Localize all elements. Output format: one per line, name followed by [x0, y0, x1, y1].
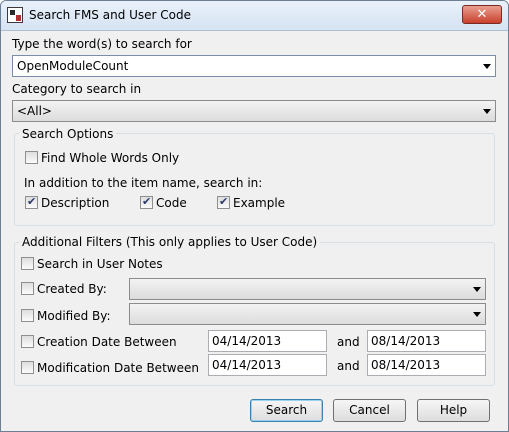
- search-label: Type the word(s) to search for: [12, 37, 192, 51]
- search-dialog: Search FMS and User Code ✕ Type the word…: [0, 0, 509, 432]
- chevron-down-icon[interactable]: [473, 312, 481, 317]
- search-options-legend: Search Options: [19, 127, 117, 141]
- creation-date-and-label: and: [337, 335, 360, 349]
- created-by-label: Created By:: [37, 282, 107, 296]
- creation-date-from-field[interactable]: [208, 330, 327, 352]
- code-checkbox[interactable]: [140, 195, 153, 209]
- help-button[interactable]: Help: [417, 399, 490, 422]
- also-search-label: In addition to the item name, search in:: [24, 176, 263, 190]
- search-button[interactable]: Search: [250, 399, 323, 422]
- example-checkbox[interactable]: [217, 195, 230, 209]
- chevron-down-icon[interactable]: [483, 109, 491, 114]
- additional-filters-legend: Additional Filters (This only applies to…: [19, 235, 321, 249]
- modified-by-label: Modified By:: [37, 309, 111, 323]
- description-label: Description: [41, 196, 110, 210]
- modification-date-to-input[interactable]: [368, 355, 485, 375]
- user-notes-checkbox[interactable]: [21, 257, 34, 270]
- created-by-select[interactable]: [129, 278, 486, 300]
- creation-date-checkbox[interactable]: [21, 335, 34, 348]
- whole-words-checkbox[interactable]: [25, 151, 38, 164]
- created-by-checkbox[interactable]: [21, 282, 34, 295]
- category-label: Category to search in: [12, 82, 142, 96]
- creation-date-label: Creation Date Between: [37, 335, 177, 349]
- code-label: Code: [156, 196, 187, 210]
- modification-date-to-field[interactable]: [367, 354, 486, 376]
- chevron-down-icon[interactable]: [483, 64, 491, 69]
- modification-date-from-input[interactable]: [209, 355, 326, 375]
- user-notes-label: Search in User Notes: [37, 257, 163, 271]
- modified-by-checkbox[interactable]: [21, 309, 34, 322]
- window-title: Search FMS and User Code: [29, 8, 192, 22]
- cancel-button[interactable]: Cancel: [333, 399, 406, 422]
- close-button[interactable]: ✕: [462, 5, 502, 24]
- title-bar[interactable]: Search FMS and User Code ✕: [1, 1, 508, 31]
- app-icon: [7, 7, 23, 23]
- modification-date-checkbox[interactable]: [21, 361, 34, 374]
- modification-date-label: Modification Date Between: [37, 361, 199, 375]
- creation-date-to-input[interactable]: [368, 331, 485, 351]
- description-checkbox[interactable]: [25, 195, 38, 209]
- search-input[interactable]: OpenModuleCount: [12, 55, 496, 77]
- chevron-down-icon[interactable]: [473, 287, 481, 292]
- category-select-value: <All>: [17, 104, 52, 118]
- search-input-value: OpenModuleCount: [17, 59, 129, 73]
- modification-date-from-field[interactable]: [208, 354, 327, 376]
- modification-date-and-label: and: [337, 359, 360, 373]
- creation-date-from-input[interactable]: [209, 331, 326, 351]
- creation-date-to-field[interactable]: [367, 330, 486, 352]
- category-select[interactable]: <All>: [12, 100, 496, 122]
- modified-by-select[interactable]: [129, 303, 486, 325]
- example-label: Example: [233, 196, 286, 210]
- whole-words-label: Find Whole Words Only: [41, 151, 180, 165]
